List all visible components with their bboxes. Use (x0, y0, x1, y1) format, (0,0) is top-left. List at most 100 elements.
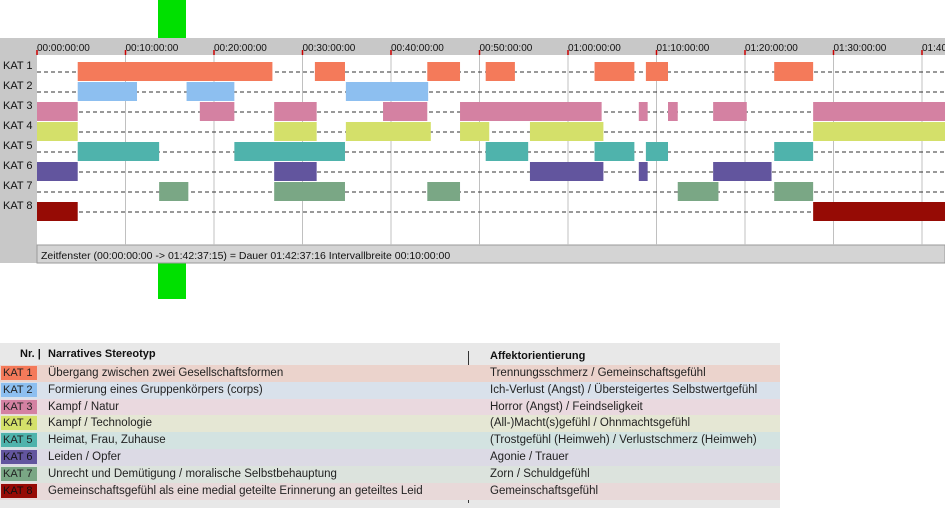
tick-label: 00:40:00:00 (391, 43, 444, 54)
legend-stereotype: Übergang zwischen zwei Gesellschaftsform… (48, 367, 284, 379)
segment-bar (645, 142, 669, 161)
row-label: KAT 1 (3, 60, 33, 72)
segment-bar (37, 122, 78, 141)
tick-label: 00:50:00:00 (480, 43, 533, 54)
segment-bar (645, 62, 669, 81)
legend-stereotype: Kampf / Natur (48, 400, 119, 413)
tick-label: 00:00:00:00 (37, 43, 90, 54)
legend-stereotype: Heimat, Frau, Zuhause (48, 434, 166, 447)
legend-category-swatch: KAT 8 (1, 483, 37, 498)
timeline-footer: Zeitfenster (00:00:00:00 -> 01:42:37:15)… (41, 250, 450, 262)
legend-category-swatch: KAT 3 (1, 399, 37, 414)
legend-table: Nr. | Narratives Stereotyp Affektorienti… (0, 343, 780, 508)
legend-header-stereotype: Narratives Stereotyp (48, 348, 156, 360)
legend-stereotype: Leiden / Opfer (48, 451, 121, 463)
segment-bar (427, 62, 461, 81)
row-label: KAT 6 (3, 160, 33, 172)
tick-label: 00:30:00:00 (303, 43, 356, 54)
row-label: KAT 3 (3, 100, 33, 112)
legend-stereotype: Kampf / Technologie (48, 417, 152, 430)
segment-bar (186, 82, 235, 101)
segment-bar (713, 162, 772, 181)
tick-label: 01:10:00:00 (657, 43, 710, 54)
row-label: KAT 8 (3, 200, 33, 212)
segment-bar (713, 102, 747, 121)
segment-bar (594, 62, 635, 81)
segment-bar (274, 122, 317, 141)
tick-label: 01:20:00:00 (745, 43, 798, 54)
segment-bar (274, 102, 317, 121)
legend-affekt: Trennungsschmerz / Gemeinschaftsgefühl (490, 367, 706, 379)
segment-bar (774, 142, 814, 161)
legend-affekt: Ich-Verlust (Angst) / Übersteigertes Sel… (490, 383, 758, 396)
segment-bar (813, 122, 945, 141)
green-marker-top (158, 0, 186, 38)
segment-bar (37, 162, 78, 181)
row-label: KAT 7 (3, 180, 33, 192)
segment-bar (159, 182, 189, 201)
legend-row: KAT 3 Kampf / Natur Horror (Angst) / Feind… (0, 398, 780, 416)
segment-bar (594, 142, 635, 161)
legend-affekt: (Trostgefühl (Heimweh) / Verlustschmerz … (490, 434, 757, 447)
green-marker-bottom (158, 263, 186, 299)
legend-category-swatch: KAT 6 (1, 450, 37, 464)
segment-bar (485, 62, 515, 81)
segment-bar (668, 102, 678, 121)
legend-category-swatch: KAT 5 (1, 433, 37, 448)
segment-bar (314, 62, 345, 81)
segment-bar (383, 102, 428, 121)
segment-bar (234, 142, 345, 161)
segment-bar (274, 182, 345, 201)
segment-bar (529, 122, 604, 141)
legend-row: KAT 5 Heimat, Frau, Zuhause (Trostgefühl (… (0, 432, 780, 450)
legend-affekt: Agonie / Trauer (490, 451, 569, 463)
segment-bar (813, 202, 945, 221)
legend-row: KAT 7 Unrecht und Demütigung / moralische… (0, 465, 780, 483)
segment-bar (37, 202, 78, 221)
legend-row: KAT 6 Leiden / Opfer Agonie / Trauer (0, 449, 780, 466)
segment-bar (345, 82, 429, 101)
segment-bar (274, 162, 317, 181)
timeline-chart: Zeitfenster (00:00:00:00 -> 01:42:37:15)… (0, 0, 945, 299)
segment-bar (77, 142, 160, 161)
legend-category-swatch: KAT 1 (1, 366, 37, 380)
legend-header-nr: Nr. | (20, 348, 41, 360)
legend-row: KAT 8 Gemeinschaftsgefühl als eine medial… (0, 482, 780, 500)
segment-bar (460, 102, 602, 121)
segment-bar (638, 102, 648, 121)
legend-category-swatch: KAT 2 (1, 382, 37, 397)
tick-label: 00:10:00:00 (126, 43, 179, 54)
tick-label: 01:30:00:00 (834, 43, 887, 54)
segment-bar (199, 102, 235, 121)
segment-bar (529, 162, 604, 181)
legend-stereotype: Unrecht und Demütigung / moralische Selb… (48, 467, 337, 480)
legend-affekt: (All-)Macht(s)gefühl / Ohnmachtsgefühl (490, 417, 691, 430)
segment-bar (77, 62, 273, 81)
legend-stereotype: Formierung eines Gruppenkörpers (corps) (48, 383, 263, 396)
legend-row: KAT 2 Formierung eines Gruppenkörpers (co… (0, 381, 780, 399)
segment-bar (813, 102, 945, 121)
legend-affekt: Zorn / Schuldgefühl (490, 467, 590, 480)
row-label: KAT 4 (3, 120, 33, 132)
segment-bar (774, 182, 814, 201)
tick-label: 00:20:00:00 (214, 43, 267, 54)
legend-row: KAT 1 Übergang zwischen zwei Gesellschaft… (0, 365, 780, 382)
legend-header-affekt: Affektorientierung (490, 350, 586, 362)
row-label: KAT 5 (3, 140, 33, 152)
tick-label: 01:40 (922, 43, 945, 54)
legend-affekt: Horror (Angst) / Feindseligkeit (490, 400, 643, 413)
legend-category-swatch: KAT 7 (1, 466, 37, 481)
legend-category-swatch: KAT 4 (1, 416, 37, 431)
segment-bar (460, 122, 490, 141)
segment-bar (37, 102, 78, 121)
tick-label: 01:00:00:00 (568, 43, 621, 54)
segment-bar (485, 142, 529, 161)
legend-stereotype: Gemeinschaftsgefühl als eine medial gete… (48, 484, 423, 497)
legend-affekt: Gemeinschaftsgefühl (490, 484, 599, 497)
segment-bar (345, 122, 431, 141)
segment-bar (677, 182, 719, 201)
segment-bar (638, 162, 648, 181)
segment-bar (774, 62, 814, 81)
row-label: KAT 2 (3, 80, 33, 92)
segment-bar (427, 182, 461, 201)
